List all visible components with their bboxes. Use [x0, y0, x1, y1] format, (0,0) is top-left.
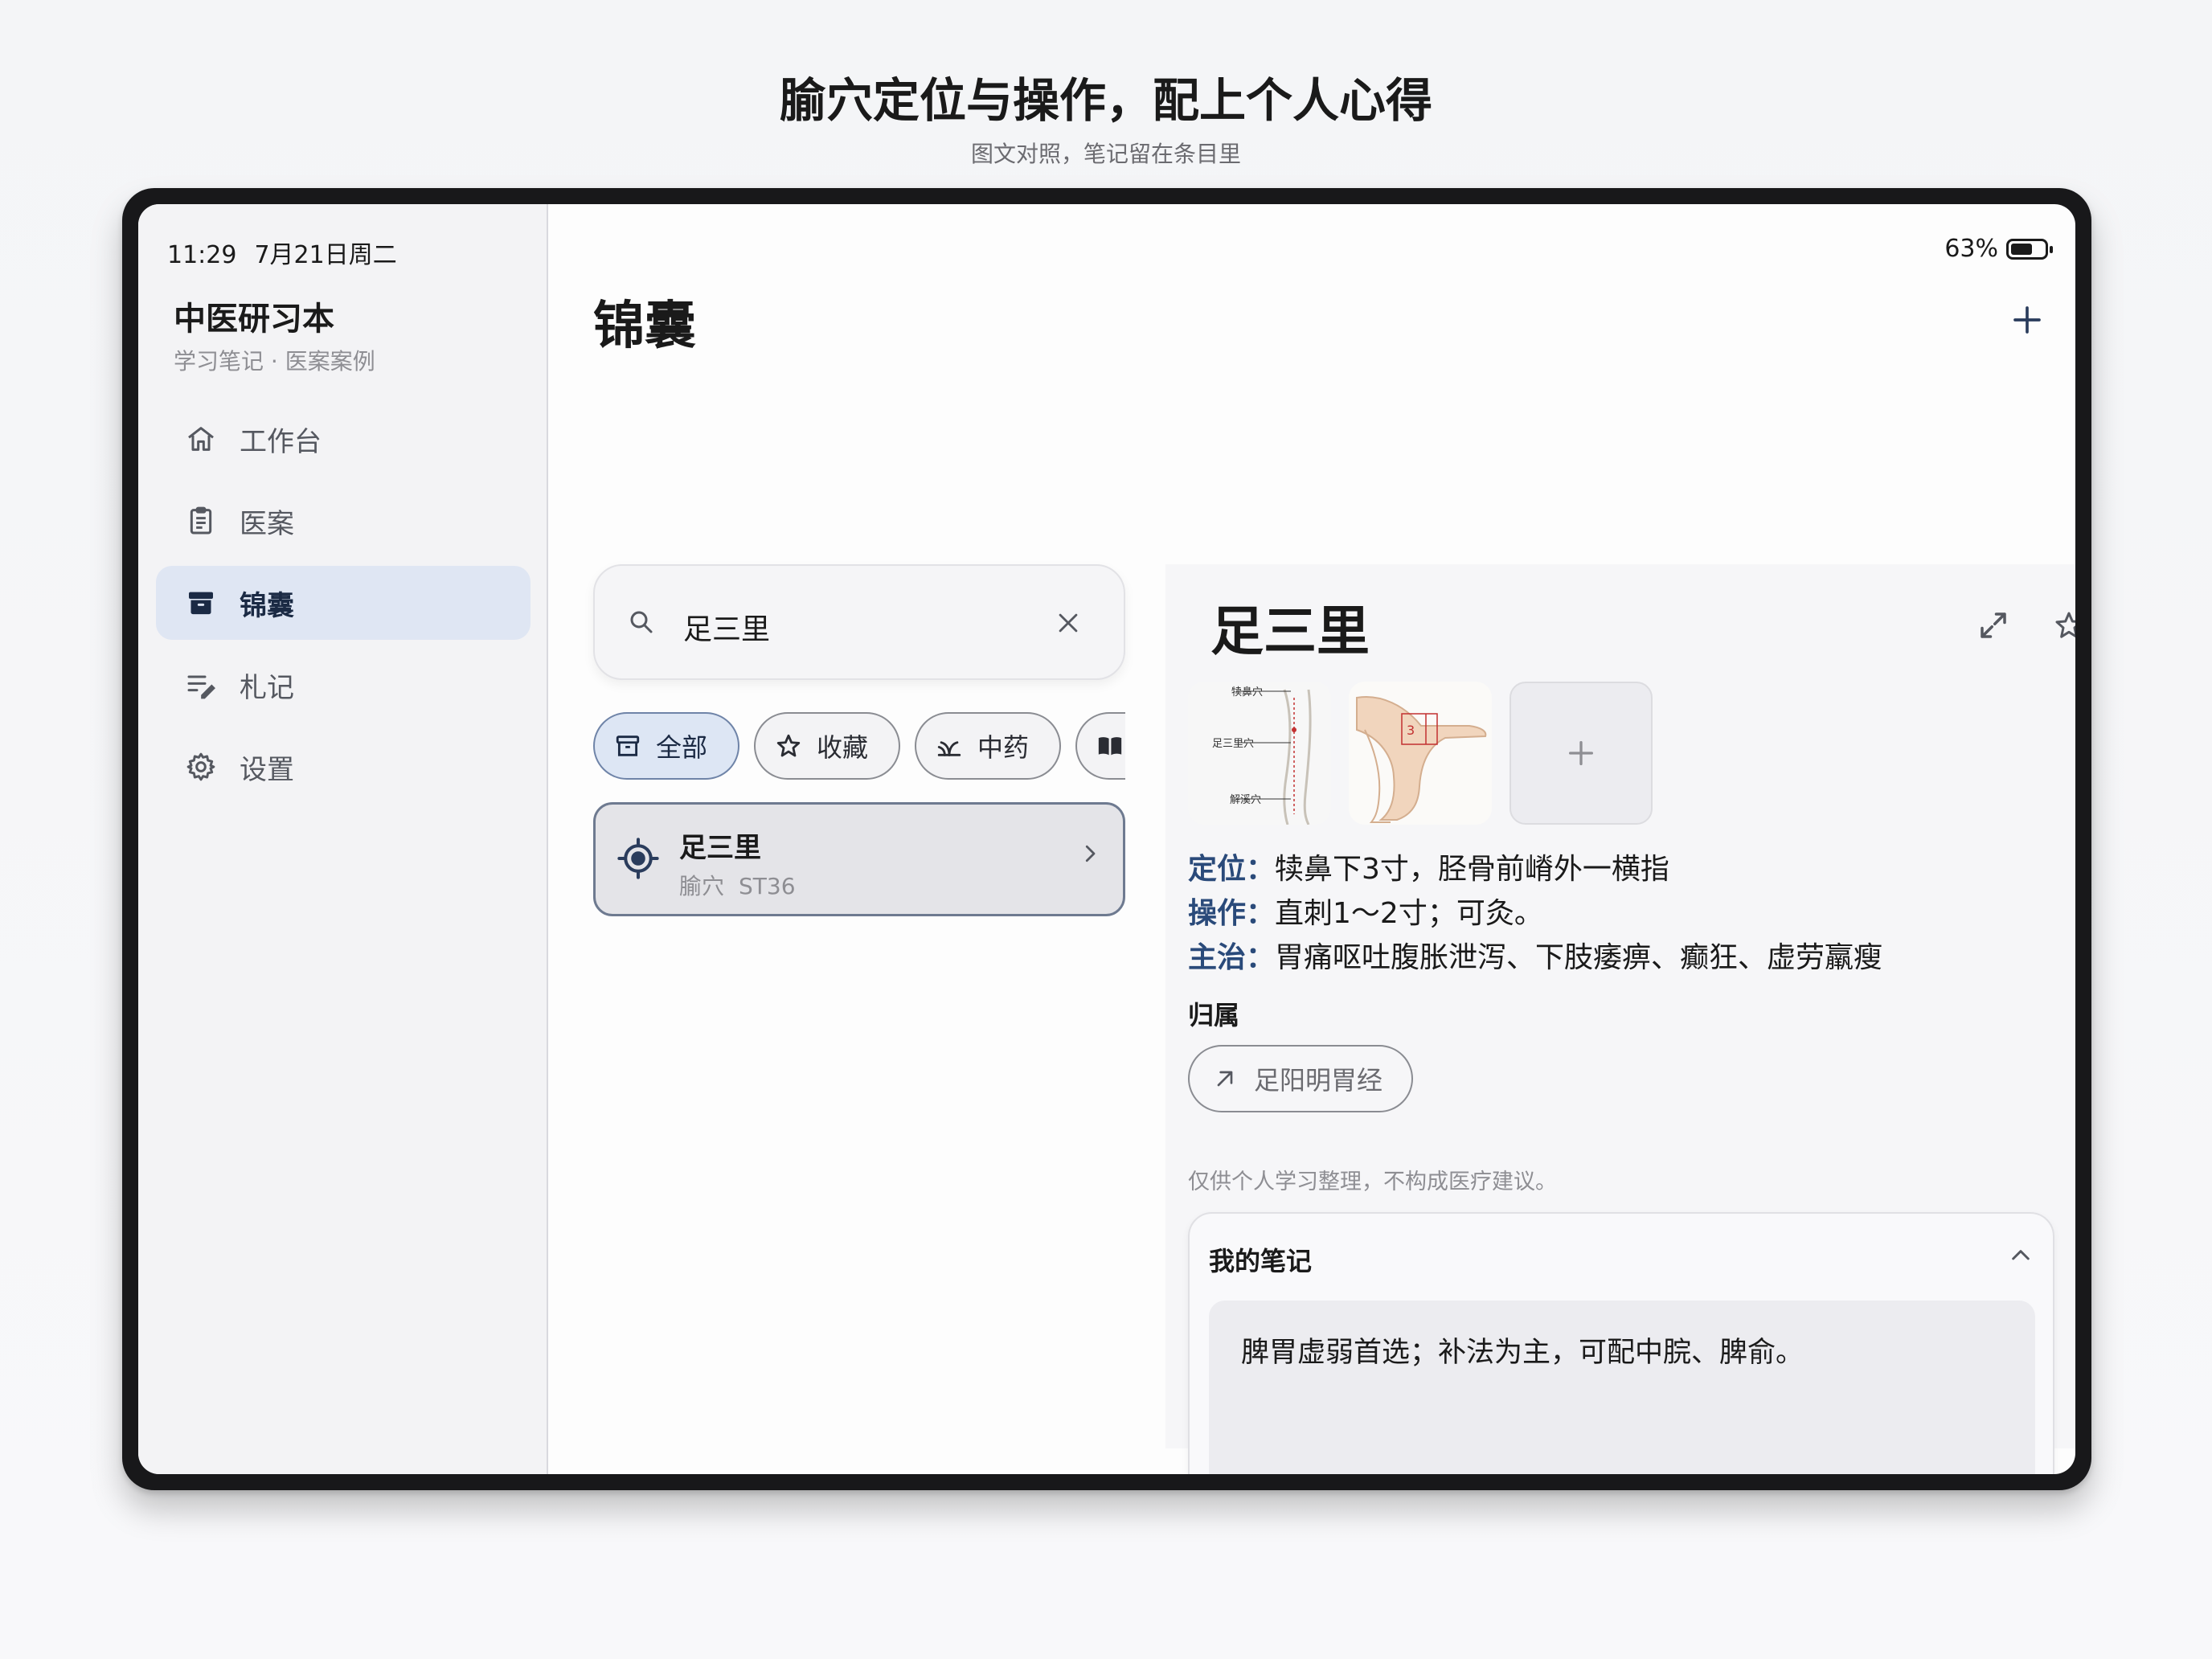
filter-chip-label: 全部 [656, 732, 708, 763]
search-icon [627, 608, 656, 640]
battery-icon [2006, 238, 2053, 260]
operation-line: 操作：直刺1～2寸；可灸。 [1188, 890, 1543, 932]
operation-value: 直刺1～2寸；可灸。 [1275, 897, 1543, 930]
archive-box-icon [183, 585, 219, 621]
page-title: 锦囊 [593, 297, 696, 356]
leg-photo-image[interactable]: 3 [1349, 682, 1492, 825]
filter-chip-favorites[interactable]: 收藏 [754, 712, 900, 780]
disclaimer-text: 仅供个人学习整理，不构成医疗建议。 [1188, 1169, 1557, 1194]
add-button[interactable] [2005, 297, 2050, 342]
location-value: 犊鼻下3寸，胫骨前嵴外一横指 [1275, 853, 1669, 886]
notes-title: 我的笔记 [1209, 1246, 1313, 1276]
sidebar-item-settings[interactable]: 设置 [156, 730, 530, 804]
result-meta: 腧穴 ST36 [679, 869, 810, 901]
herb-icon [937, 741, 961, 756]
clipboard-icon [183, 503, 219, 539]
home-icon [183, 421, 219, 457]
image-label: 犊鼻穴 [1231, 686, 1264, 698]
indication-line: 主治：胃痛呕吐腹胀泄泻、下肢痿痹、癫狂、虚劳羸瘦 [1188, 934, 1882, 976]
arrow-up-right-icon [1217, 1071, 1233, 1087]
status-time: 11:29 [167, 241, 237, 269]
image-label: 解溪穴 [1230, 794, 1262, 806]
image-label: 足三里穴 [1212, 738, 1255, 750]
clear-search-icon[interactable] [1055, 609, 1082, 640]
sidebar-nav: 工作台 医案 锦囊 札记 设置 [156, 402, 530, 812]
result-name: 足三里 [679, 832, 761, 864]
result-code: ST36 [739, 873, 796, 899]
favorite-button[interactable] [2045, 601, 2075, 649]
acupoint-diagram-image[interactable]: 犊鼻穴 足三里穴 解溪穴 [1188, 682, 1331, 825]
sidebar-item-workbench[interactable]: 工作台 [156, 402, 530, 476]
notes-textarea[interactable]: 脾胃虚弱首选；补法为主，可配中脘、脾俞。 [1209, 1301, 2035, 1474]
status-bar-right: 63% [1944, 235, 2053, 263]
screen: 中医研习本 学习笔记 · 医案案例 工作台 医案 锦囊 札记 设置 11:29 … [138, 204, 2075, 1474]
expand-button[interactable] [1969, 601, 2017, 649]
status-date: 7月21日周二 [254, 241, 397, 269]
location-line: 定位：犊鼻下3寸，胫骨前嵴外一横指 [1188, 846, 1669, 887]
sidebar-item-label: 札记 [240, 671, 294, 704]
promo-subtitle: 图文对照，笔记留在条目里 [970, 141, 1241, 167]
archive-box-icon [616, 735, 640, 756]
star-icon [2055, 612, 2075, 638]
book-icon [1098, 737, 1122, 756]
search-input[interactable]: 足三里 [683, 606, 770, 648]
belong-label: 归属 [1188, 1000, 1240, 1030]
meridian-name: 足阳明胃经 [1254, 1065, 1383, 1096]
star-icon [776, 734, 801, 757]
detail-panel: 足三里 犊鼻穴 足三里穴 解溪穴 3 定位：犊鼻下3寸，胫骨前嵴外一横指 操作：… [1165, 564, 2075, 1474]
indication-value: 胃痛呕吐腹胀泄泻、下肢痿痹、癫狂、虚劳羸瘦 [1275, 941, 1883, 974]
expand-icon [1981, 612, 2006, 638]
location-label: 定位： [1188, 853, 1276, 886]
tablet-frame: 中医研习本 学习笔记 · 医案案例 工作台 医案 锦囊 札记 设置 11:29 … [122, 188, 2091, 1490]
plus-icon [2013, 306, 2041, 334]
sidebar-item-label: 工作台 [240, 425, 322, 458]
sidebar-item-jinnang[interactable]: 锦囊 [156, 566, 530, 640]
result-item-zusanli[interactable]: 足三里 腧穴 ST36 [593, 802, 1125, 916]
sidebar-item-notes[interactable]: 札记 [156, 648, 530, 722]
notes-edit-icon [183, 667, 219, 703]
promo-title: 腧穴定位与操作，配上个人心得 [779, 73, 1432, 128]
app-title: 中医研习本 [174, 301, 334, 338]
sidebar-item-label: 锦囊 [240, 589, 294, 622]
filter-chip-label: 中药 [977, 732, 1030, 763]
meridian-link-chip[interactable]: 足阳明胃经 [1188, 1045, 1413, 1112]
filter-chip-herbs[interactable]: 中药 [915, 712, 1061, 780]
plus-icon [1569, 741, 1593, 765]
svg-text:3: 3 [1407, 723, 1415, 738]
chevron-up-icon[interactable] [2008, 1243, 2034, 1272]
filter-chip-books[interactable] [1075, 712, 1125, 780]
status-bar-left: 11:29 7月21日周二 [167, 235, 415, 270]
sidebar-item-label: 设置 [240, 753, 294, 786]
battery-percent: 63% [1944, 235, 1998, 263]
sidebar-item-cases[interactable]: 医案 [156, 484, 530, 558]
notes-card: 我的笔记 脾胃虚弱首选；补法为主，可配中脘、脾俞。 [1188, 1212, 2054, 1474]
notes-text: 脾胃虚弱首选；补法为主，可配中脘、脾俞。 [1241, 1337, 1804, 1369]
filter-chip-label: 收藏 [817, 732, 869, 763]
detail-title: 足三里 [1210, 600, 1370, 662]
chevron-right-icon [1078, 842, 1102, 869]
target-icon [616, 837, 660, 883]
search-bar[interactable]: 足三里 [593, 564, 1125, 680]
add-image-button[interactable] [1509, 682, 1653, 825]
gear-icon [183, 749, 219, 784]
sidebar: 中医研习本 学习笔记 · 医案案例 工作台 医案 锦囊 札记 设置 [138, 204, 548, 1474]
filter-chips: 全部 收藏 中药 [593, 712, 1125, 780]
app-subtitle: 学习笔记 · 医案案例 [174, 348, 375, 375]
filter-chip-all[interactable]: 全部 [593, 712, 739, 780]
sidebar-item-label: 医案 [240, 507, 294, 540]
result-type: 腧穴 [679, 873, 725, 899]
operation-label: 操作： [1188, 897, 1276, 930]
indication-label: 主治： [1188, 941, 1276, 974]
